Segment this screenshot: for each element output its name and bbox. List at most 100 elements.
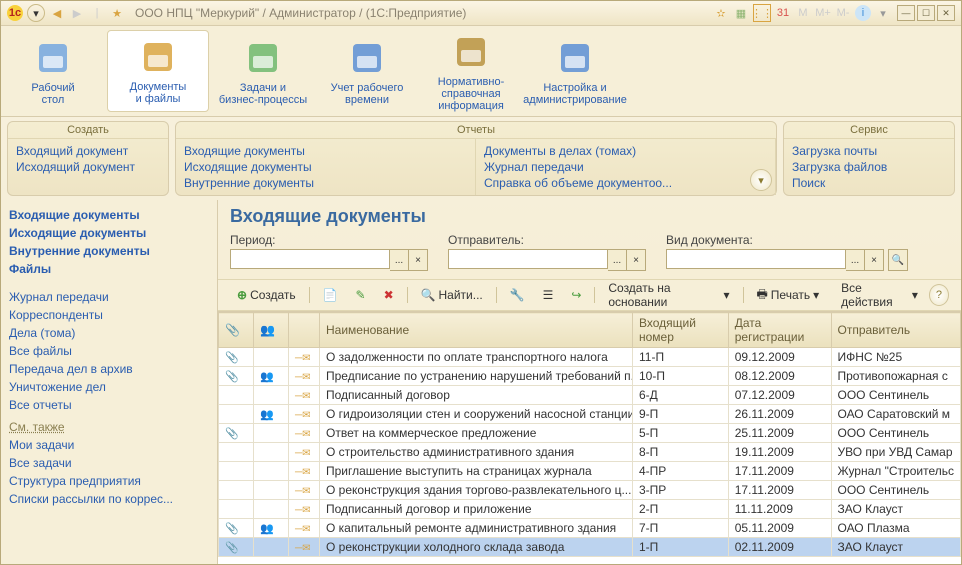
table-row[interactable]: 📎─✉О задолженности по оплате транспортно… — [219, 348, 961, 367]
filter-doctype-sel-button[interactable]: ... — [846, 249, 865, 271]
sidebar-primary-3[interactable]: Файлы — [9, 260, 209, 278]
cell — [219, 462, 254, 481]
tool-settings-button[interactable]: 🔧 — [503, 284, 532, 306]
col-header-3[interactable]: Наименование — [320, 313, 633, 348]
ap-report-0-0[interactable]: Входящие документы — [184, 143, 467, 159]
history-icon[interactable]: ▦ — [733, 5, 749, 21]
star-icon[interactable]: ★ — [109, 5, 125, 21]
col-attachment-icon: 📎 — [225, 323, 240, 337]
ap-create-1[interactable]: Исходящий документ — [16, 159, 160, 175]
cell — [219, 500, 254, 519]
cell: О задолженности по оплате транспортного … — [320, 348, 633, 367]
create-based-button[interactable]: Создать на основании ▾ — [601, 284, 736, 306]
section-tab-0[interactable]: Рабочийстол — [3, 32, 103, 112]
col-header-2[interactable] — [289, 313, 320, 348]
all-actions-button[interactable]: Все действия ▾ — [834, 284, 925, 306]
fav-add-icon[interactable]: ✫ — [713, 5, 729, 21]
nav-fwd-icon[interactable]: ▶ — [69, 5, 85, 21]
sidebar-seealso-3[interactable]: Списки рассылки по коррес... — [9, 490, 209, 508]
minimize-button[interactable]: — — [897, 5, 915, 21]
col-header-1[interactable]: 👥 — [254, 313, 289, 348]
section-tab-2[interactable]: Задачи ибизнес-процессы — [213, 32, 313, 112]
sidebar-seealso-2[interactable]: Структура предприятия — [9, 472, 209, 490]
info-drop-icon[interactable]: ▾ — [875, 5, 891, 21]
filter-doctype-input[interactable] — [666, 249, 846, 269]
table-row[interactable]: 📎👥─✉О капитальный ремонте административн… — [219, 519, 961, 538]
filter-doctype-search-button[interactable]: 🔍 — [888, 249, 908, 271]
ap-report-1-2[interactable]: Справка об объеме документоо... — [484, 175, 767, 191]
cell: ЗАО Клауст — [831, 500, 961, 519]
info-icon[interactable]: i — [855, 5, 871, 21]
cell: 7-П — [633, 519, 729, 538]
table-row[interactable]: ─✉Подписанный договор и приложение2-П11.… — [219, 500, 961, 519]
ap-service-0[interactable]: Загрузка почты — [792, 143, 946, 159]
create-button[interactable]: ⊕Создать — [230, 284, 303, 306]
ap-reports-more-button[interactable]: ▾ — [750, 169, 772, 191]
sidebar-secondary-2[interactable]: Дела (тома) — [9, 324, 209, 342]
close-button[interactable]: ✕ — [937, 5, 955, 21]
sidebar-secondary-3[interactable]: Все файлы — [9, 342, 209, 360]
table-row[interactable]: ─✉Приглашение выступить на страницах жур… — [219, 462, 961, 481]
col-header-4[interactable]: Входящий номер — [633, 313, 729, 348]
sidebar-seealso-0[interactable]: Мои задачи — [9, 436, 209, 454]
section-tab-icon — [243, 38, 283, 78]
copy-button[interactable]: 📄 — [316, 284, 345, 306]
table-row[interactable]: 👥─✉О гидроизоляции стен и сооружений нас… — [219, 405, 961, 424]
filter-period: Период: ... × — [230, 233, 428, 271]
nav-back-icon[interactable]: ◀ — [49, 5, 65, 21]
table-row[interactable]: 📎─✉Ответ на коммерческое предложение5-П2… — [219, 424, 961, 443]
dropdown-icon[interactable]: ▾ — [27, 4, 45, 22]
sidebar-primary-1[interactable]: Исходящие документы — [9, 224, 209, 242]
sidebar-secondary-1[interactable]: Корреспонденты — [9, 306, 209, 324]
ap-service-1[interactable]: Загрузка файлов — [792, 159, 946, 175]
print-button[interactable]: 🖶 Печать ▾ — [749, 284, 826, 306]
sidebar-secondary-0[interactable]: Журнал передачи — [9, 288, 209, 306]
sidebar-secondary-6[interactable]: Все отчеты — [9, 396, 209, 414]
maximize-button[interactable]: ☐ — [917, 5, 935, 21]
sidebar-primary-0[interactable]: Входящие документы — [9, 206, 209, 224]
section-tab-3[interactable]: Учет рабочеговремени — [317, 32, 417, 112]
sidebar-seealso-1[interactable]: Все задачи — [9, 454, 209, 472]
cell: 09.12.2009 — [728, 348, 831, 367]
ap-report-0-2[interactable]: Внутренние документы — [184, 175, 467, 191]
ap-report-0-1[interactable]: Исходящие документы — [184, 159, 467, 175]
find-button[interactable]: 🔍Найти... — [414, 284, 490, 306]
tool-list-button[interactable]: ☰ — [536, 284, 561, 306]
col-header-0[interactable]: 📎 — [219, 313, 254, 348]
filter-period-clear-button[interactable]: × — [409, 249, 428, 271]
calendar-icon[interactable]: 31 — [775, 5, 791, 21]
table-row[interactable]: ─✉Подписанный договор6-Д07.12.2009ООО Се… — [219, 386, 961, 405]
document-grid[interactable]: 📎 👥 НаименованиеВходящий номерДата регистр… — [218, 311, 961, 564]
cell: 11-П — [633, 348, 729, 367]
delete-button[interactable]: ✖ — [377, 284, 401, 306]
ap-report-1-1[interactable]: Журнал передачи — [484, 159, 767, 175]
col-header-6[interactable]: Отправитель — [831, 313, 961, 348]
table-row[interactable]: 📎👥─✉Предписание по устранению нарушений … — [219, 367, 961, 386]
filter-sender-clear-button[interactable]: × — [627, 249, 646, 271]
envelope-icon: ─✉ — [295, 505, 310, 516]
sidebar-secondary-5[interactable]: Уничтожение дел — [9, 378, 209, 396]
tool-export-button[interactable]: ↪ — [564, 284, 588, 306]
cell: ─✉ — [289, 367, 320, 386]
filter-sender-sel-button[interactable]: ... — [608, 249, 627, 271]
filter-sender-input[interactable] — [448, 249, 608, 269]
filter-period-sel-button[interactable]: ... — [390, 249, 409, 271]
table-row[interactable]: 📎─✉О реконструкции холодного склада заво… — [219, 538, 961, 557]
table-row[interactable]: ─✉О строительство административного здан… — [219, 443, 961, 462]
filter-doctype-clear-button[interactable]: × — [865, 249, 884, 271]
edit-button[interactable]: ✎ — [349, 284, 373, 306]
ap-create-0[interactable]: Входящий документ — [16, 143, 160, 159]
table-row[interactable]: ─✉О реконструкция здания торгово-развлек… — [219, 481, 961, 500]
ap-report-1-0[interactable]: Документы в делах (томах) — [484, 143, 767, 159]
sidebar-primary-2[interactable]: Внутренние документы — [9, 242, 209, 260]
cell: О гидроизоляции стен и сооружений насосн… — [320, 405, 633, 424]
section-tab-1[interactable]: Документыи файлы — [107, 30, 209, 112]
help-button[interactable]: ? — [929, 284, 949, 306]
ap-service-2[interactable]: Поиск — [792, 175, 946, 191]
calc-icon[interactable]: ⋮⋮ — [753, 4, 771, 22]
section-tab-4[interactable]: Нормативно-справочнаяинформация — [421, 32, 521, 112]
section-tab-5[interactable]: Настройка иадминистрирование — [525, 32, 625, 112]
col-header-5[interactable]: Дата регистрации — [728, 313, 831, 348]
sidebar-secondary-4[interactable]: Передача дел в архив — [9, 360, 209, 378]
filter-period-input[interactable] — [230, 249, 390, 269]
